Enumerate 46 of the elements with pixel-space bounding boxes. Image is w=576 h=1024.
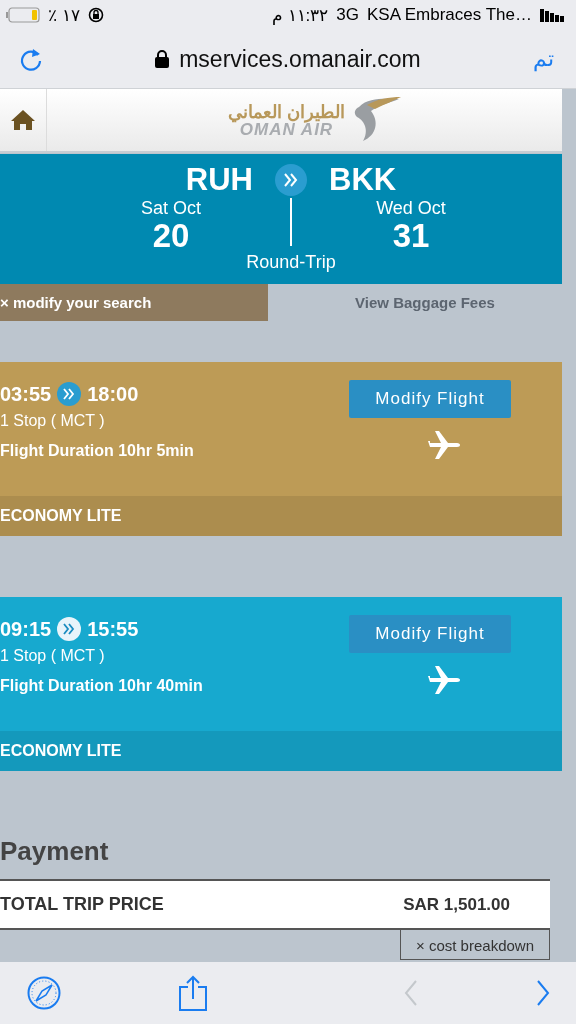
done-button[interactable]: تم [533, 46, 554, 72]
double-chevron-icon [57, 617, 82, 641]
destination-code: BKK [329, 162, 397, 198]
reload-icon[interactable] [19, 46, 43, 72]
network-type: 3G [336, 5, 359, 25]
duration-text: Flight Duration 10hr 5min [0, 442, 194, 460]
compass-icon[interactable] [27, 976, 61, 1010]
url-address[interactable]: mservices.omanair.com [179, 45, 421, 73]
cabin-class: ECONOMY LITE [0, 496, 562, 536]
total-price: SAR 1,501.00 [403, 894, 510, 915]
payment-heading: Payment [0, 835, 110, 868]
share-icon[interactable] [178, 975, 207, 1011]
date-day: 31 [392, 219, 430, 252]
airplane-icon [428, 430, 462, 460]
double-chevron-icon [275, 164, 307, 196]
cabin-class: ECONOMY LITE [0, 731, 562, 771]
stops-text: 1 Stop ( MCT ) [0, 412, 106, 430]
battery-icon [6, 7, 40, 23]
date-label: Sat Oct [141, 198, 201, 219]
modify-flight-button[interactable]: Modify Flight [349, 615, 511, 653]
battery-percent: ٪ ١٧ [48, 4, 80, 26]
cost-breakdown-button[interactable]: × cost breakdown [400, 930, 550, 960]
signal-icon [540, 8, 564, 22]
stops-text: 1 Stop ( MCT ) [0, 647, 106, 665]
date-day: 20 [152, 219, 190, 252]
airplane-icon [428, 665, 462, 695]
arrival-time: 15:55 [87, 617, 139, 641]
duration-text: Flight Duration 10hr 40min [0, 677, 203, 695]
modify-search-button[interactable]: × modify your search [0, 284, 268, 321]
lock-icon [155, 50, 170, 68]
rotation-lock-icon [87, 7, 104, 23]
total-label: TOTAL TRIP PRICE [0, 894, 164, 915]
double-chevron-icon [57, 382, 82, 406]
forward-icon[interactable] [535, 980, 550, 1006]
carrier-name: KSA Embraces The… [366, 5, 532, 25]
departure-time: 09:15 [0, 617, 52, 641]
clock: ١١:٣٢ م [271, 4, 329, 26]
arrival-time: 18:00 [87, 382, 139, 406]
departure-time: 03:55 [0, 382, 52, 406]
logo-arabic-text: الطيران العماني [228, 102, 345, 121]
trip-type-label: Round-Trip [246, 252, 336, 273]
date-label: Wed Oct [376, 198, 446, 219]
home-icon [10, 109, 36, 131]
origin-code: RUH [185, 162, 253, 198]
modify-flight-button[interactable]: Modify Flight [349, 380, 511, 418]
baggage-fees-link[interactable]: View Baggage Fees [268, 294, 562, 311]
